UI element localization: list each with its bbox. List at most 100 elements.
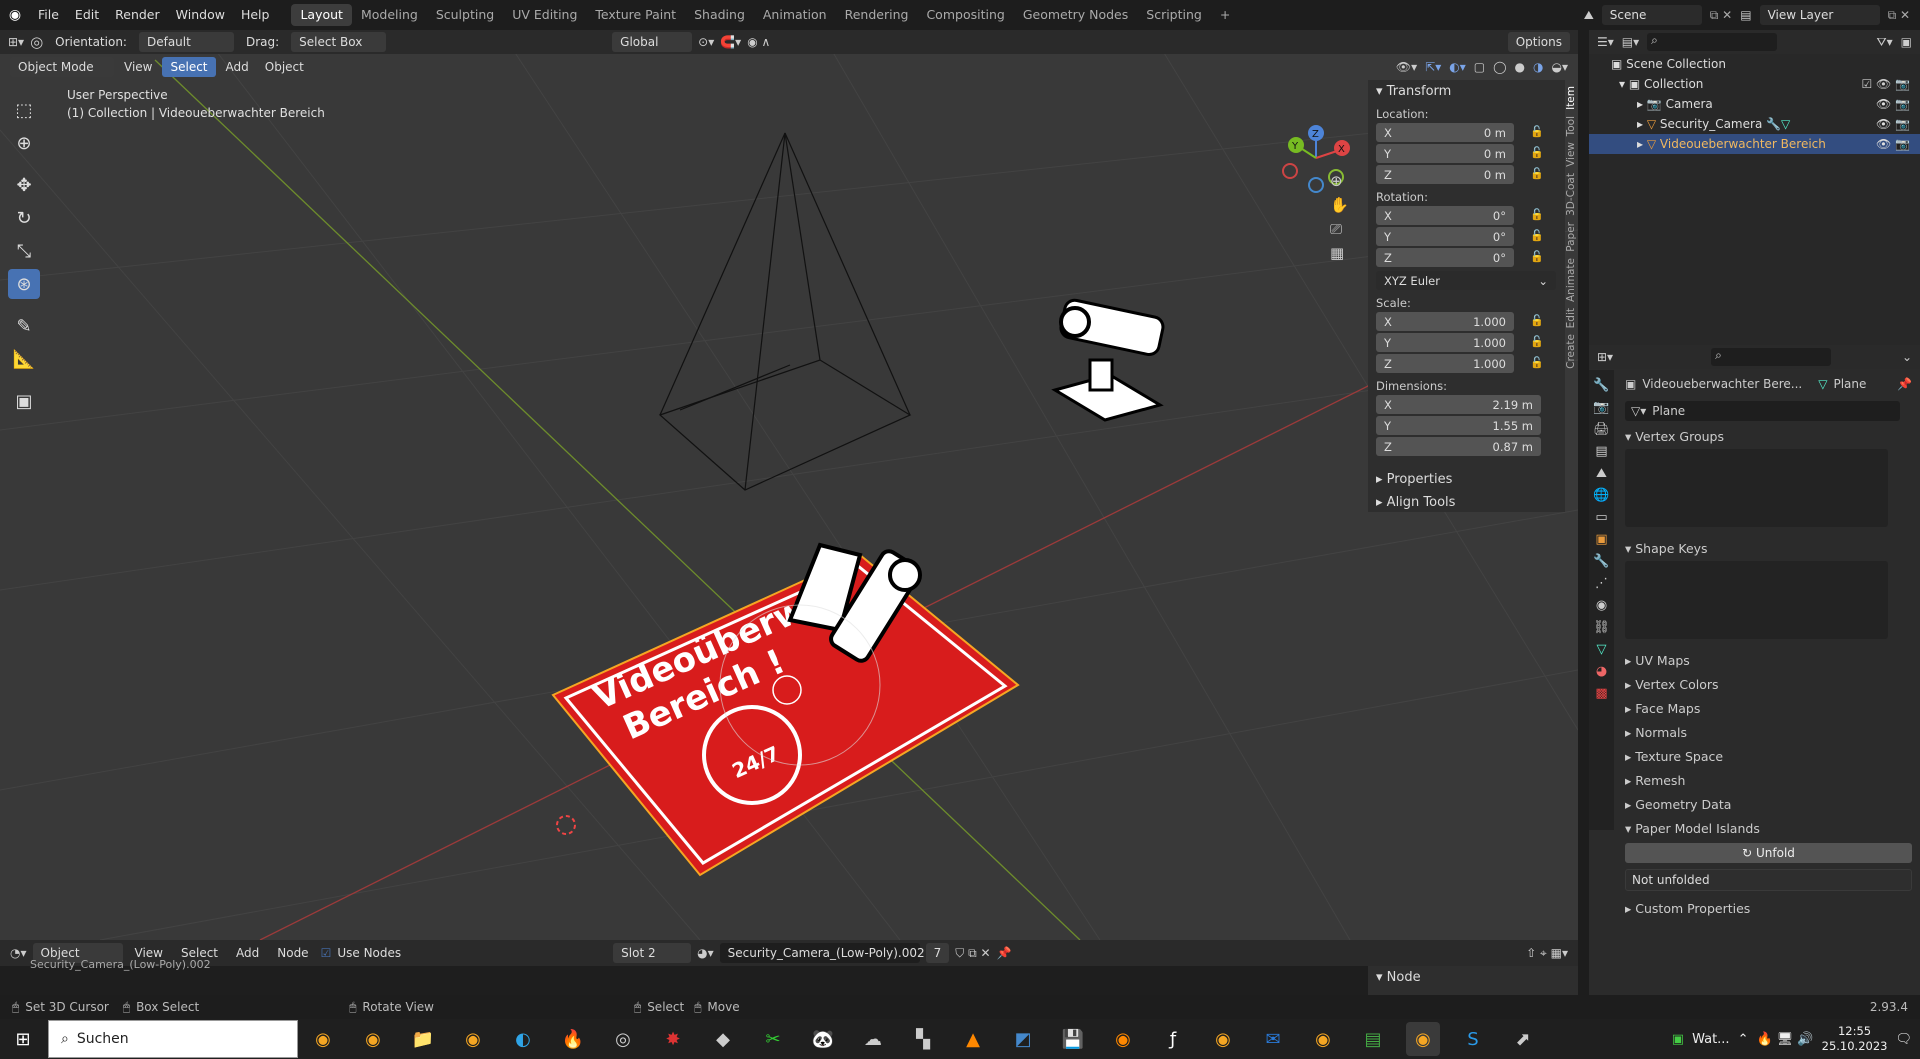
constraints-tab-icon[interactable]: ⛓ <box>1593 620 1610 635</box>
visibility-render-icons[interactable]: 👁 📷 <box>1876 97 1920 111</box>
orientation-dropdown[interactable]: Default <box>138 32 234 52</box>
menu-object[interactable]: Object <box>259 60 310 74</box>
scene-tab-icon[interactable]: ⛰ <box>1596 466 1607 481</box>
gizmo-toggle-icon[interactable]: ⇱▾ <box>1425 60 1441 74</box>
grid-toggle-icon[interactable]: ▦ <box>1330 244 1349 262</box>
warning-sign-object[interactable]: Videoüberw Bereich ! 24/7 <box>551 542 1020 877</box>
mode-dropdown[interactable]: Object Mode <box>10 57 114 77</box>
proportional-edit-icon[interactable]: ◉ ∧ <box>747 35 770 49</box>
notifications-icon[interactable]: 🗨 <box>1895 1032 1912 1047</box>
tool-tab-icon[interactable]: 🔧 <box>1593 378 1609 393</box>
drag-dropdown[interactable]: Select Box <box>291 32 387 52</box>
3d-cursor-icon[interactable] <box>556 815 576 835</box>
rendered-shading-icon[interactable]: ◒▾ <box>1552 60 1569 74</box>
options-dropdown[interactable]: Options <box>1507 32 1570 52</box>
particles-tab-icon[interactable]: ⋰ <box>1595 576 1608 591</box>
menu-file[interactable]: File <box>30 0 67 30</box>
location-z-field[interactable]: Z 0 m <box>1376 165 1514 184</box>
active-tool-icon[interactable]: ◎ <box>30 33 43 51</box>
material-users-count[interactable]: 7 <box>925 943 950 963</box>
tab-view[interactable]: View <box>1565 142 1577 167</box>
new-collection-icon[interactable]: ▣ <box>1901 35 1912 49</box>
tab-shading[interactable]: Shading <box>685 4 754 26</box>
material-slot-dropdown[interactable]: Slot 2 <box>613 943 692 963</box>
security-camera-object[interactable] <box>1051 298 1165 422</box>
new-view-layer-icon[interactable]: ⧉ ✕ <box>1888 8 1910 23</box>
unfold-button[interactable]: ↻ Unfold <box>1625 843 1912 863</box>
align-tools-panel-header[interactable]: ▸ Align Tools <box>1368 491 1565 514</box>
notepad-icon[interactable]: ▤ <box>1356 1022 1390 1056</box>
collection-tab-icon[interactable]: ▭ <box>1595 510 1607 525</box>
use-nodes-checkbox[interactable]: ☑ <box>321 946 332 960</box>
tab-animation[interactable]: Animation <box>754 4 836 26</box>
dimensions-y-field[interactable]: Y 1.55 m <box>1376 416 1541 435</box>
tab-animate[interactable]: Animate <box>1565 258 1577 302</box>
tab-texture-paint[interactable]: Texture Paint <box>586 4 685 26</box>
properties-search-input[interactable]: ⌕ <box>1711 348 1832 366</box>
xray-icon[interactable]: ▢ <box>1474 60 1485 74</box>
texture-tab-icon[interactable]: ▩ <box>1595 686 1607 701</box>
world-tab-icon[interactable]: 🌐 <box>1593 488 1609 503</box>
obs-icon[interactable]: ◎ <box>606 1022 640 1056</box>
shape-keys-header[interactable]: ▾ Shape Keys <box>1589 537 1920 561</box>
outliner-search-input[interactable]: ⌕ <box>1647 33 1778 51</box>
snap-overlay-icons[interactable]: ⇧ ⌖ ▦▾ <box>1526 946 1578 961</box>
outlook-icon[interactable]: ✉ <box>1256 1022 1290 1056</box>
modifier-tab-icon[interactable]: 🔧 <box>1593 554 1609 569</box>
transform-panel-header[interactable]: ▾ Transform <box>1368 80 1565 103</box>
rotation-y-field[interactable]: Y 0° <box>1376 227 1514 246</box>
object-tab-icon[interactable]: ▣ <box>1595 532 1607 547</box>
tab-uv-editing[interactable]: UV Editing <box>503 4 586 26</box>
save-app-icon[interactable]: 💾 <box>1056 1022 1090 1056</box>
annotate-tool-icon[interactable]: ✎ <box>8 311 40 341</box>
tab-3d-coat[interactable]: 3D-Coat <box>1565 173 1577 216</box>
weather-icon[interactable]: ▣ <box>1672 1032 1684 1047</box>
outliner-row-scene-collection[interactable]: ▣ Scene Collection <box>1589 54 1920 74</box>
app-icon[interactable]: ◆ <box>706 1022 740 1056</box>
material-name-field[interactable]: Security_Camera_(Low-Poly).002 <box>719 943 925 963</box>
node-menu-node[interactable]: Node <box>271 946 314 960</box>
node-menu-add[interactable]: Add <box>230 946 265 960</box>
add-cube-tool-icon[interactable]: ▣ <box>8 386 40 416</box>
material-browse-icon[interactable]: ◕▾ <box>697 946 714 960</box>
tab-create[interactable]: Create <box>1565 334 1577 369</box>
app-icon[interactable]: ✂ <box>756 1022 790 1056</box>
properties-section-remesh[interactable]: ▸ Remesh <box>1589 769 1920 793</box>
blender-app-icon-active[interactable]: ◉ <box>1406 1022 1440 1056</box>
display-mode-icon[interactable]: ▤▾ <box>1622 35 1639 49</box>
location-y-field[interactable]: Y 0 m <box>1376 144 1514 163</box>
windows-start-icon[interactable]: ⊞ <box>6 1022 40 1056</box>
lock-icon[interactable]: 🔓 <box>1530 125 1544 138</box>
properties-type-icon[interactable]: ⊞▾ <box>1597 350 1613 364</box>
tab-sculpting[interactable]: Sculpting <box>427 4 503 26</box>
view-layer-tab-icon[interactable]: ▤ <box>1595 444 1607 459</box>
menu-view[interactable]: View <box>118 60 158 74</box>
lock-icon[interactable]: 🔓 <box>1530 314 1544 327</box>
tab-compositing[interactable]: Compositing <box>917 4 1013 26</box>
properties-section-face-maps[interactable]: ▸ Face Maps <box>1589 697 1920 721</box>
tab-geometry-nodes[interactable]: Geometry Nodes <box>1014 4 1137 26</box>
menu-select[interactable]: Select <box>162 57 216 77</box>
shape-keys-list[interactable] <box>1625 561 1888 639</box>
edge-browser-icon[interactable]: ◐ <box>506 1022 540 1056</box>
lock-icon[interactable]: 🔓 <box>1530 208 1544 221</box>
blender-app-icon[interactable]: ◉ <box>1206 1022 1240 1056</box>
menu-help[interactable]: Help <box>233 0 278 30</box>
pin-icon[interactable]: 📌 <box>997 946 1012 960</box>
tab-scripting[interactable]: Scripting <box>1137 4 1211 26</box>
blender-app-icon[interactable]: ◉ <box>306 1022 340 1056</box>
pin-icon[interactable]: 📌 <box>1897 377 1920 391</box>
rotation-x-field[interactable]: X 0° <box>1376 206 1514 225</box>
outliner-row-camera[interactable]: ▸ 📷 Camera 👁 📷 <box>1589 94 1920 114</box>
measure-tool-icon[interactable]: 📐 <box>8 344 40 374</box>
menu-window[interactable]: Window <box>168 0 233 30</box>
data-tab-icon[interactable]: ▽ <box>1597 642 1607 657</box>
taskbar-search-box[interactable]: ⌕ Suchen <box>48 1020 298 1058</box>
material-tab-icon[interactable]: ◕ <box>1596 664 1607 679</box>
zoom-icon[interactable]: ⊕ <box>1330 172 1349 190</box>
tab-tool[interactable]: Tool <box>1565 116 1577 136</box>
lock-icon[interactable]: 🔓 <box>1530 229 1544 242</box>
pan-hand-icon[interactable]: ✋ <box>1330 196 1349 214</box>
visibility-render-icons[interactable]: 👁 📷 <box>1876 137 1920 151</box>
menu-edit[interactable]: Edit <box>67 0 107 30</box>
